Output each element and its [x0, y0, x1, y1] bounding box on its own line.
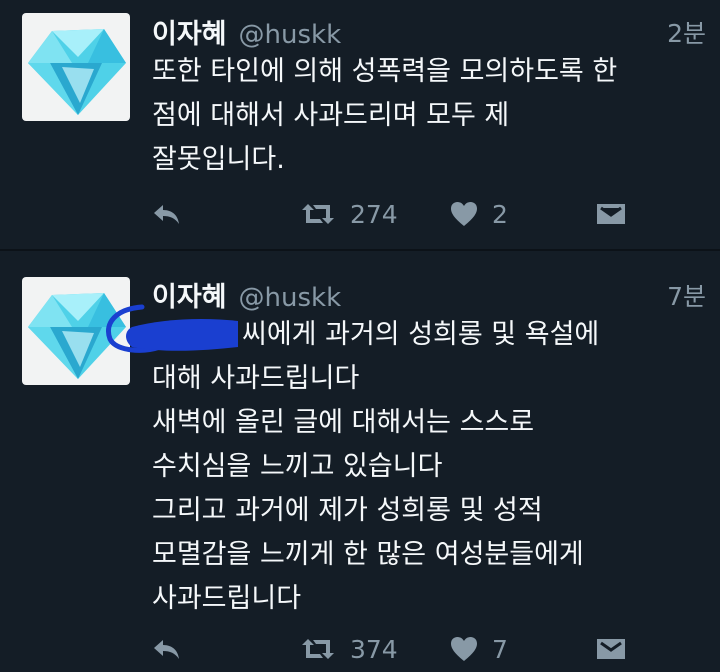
retweet-icon [302, 639, 334, 659]
reply-button[interactable] [152, 629, 182, 669]
heart-icon [451, 637, 477, 661]
like-count: 2 [492, 199, 508, 229]
retweet-icon [302, 204, 334, 224]
tweet-text-line: 대해 사과드립니다 [152, 363, 360, 394]
tweet-text-line: 수치심을 느끼고 있습니다 [152, 451, 443, 482]
like-count: 7 [492, 634, 508, 664]
user-handle[interactable]: @huskk [239, 20, 342, 50]
tweet-text-line: 잘못입니다. [152, 144, 285, 175]
diamond-avatar-icon [28, 293, 126, 379]
tweet-text-line: 씨에게 과거의 성희롱 및 욕설에 [152, 313, 712, 357]
direct-message-icon [597, 204, 625, 224]
direct-message-button[interactable] [596, 629, 626, 669]
diamond-avatar-icon [28, 29, 126, 115]
reply-icon [154, 640, 179, 659]
heart-icon [451, 202, 477, 226]
tweet-text-line: 새벽에 올린 글에 대해서는 스스로 [152, 407, 535, 438]
avatar[interactable] [22, 277, 130, 385]
tweet-actions: 374 7 [152, 629, 632, 669]
like-button[interactable]: 7 [450, 629, 508, 669]
like-button[interactable]: 2 [450, 194, 508, 234]
tweet-text: 씨에게 과거의 성희롱 및 욕설에 대해 사과드립니다 새벽에 올린 글에 대해… [152, 313, 712, 621]
tweet-actions: 274 2 [152, 194, 632, 234]
avatar[interactable] [22, 13, 130, 121]
retweet-button[interactable]: 274 [300, 194, 398, 234]
display-name[interactable]: 이자혜 [152, 275, 227, 314]
timestamp[interactable]: 2분 [667, 14, 706, 50]
tweet-2[interactable]: 이자혜 @huskk 7분 씨에게 과거의 성희롱 및 욕설에 대해 사과드립니… [0, 251, 720, 672]
retweet-count: 374 [350, 634, 398, 664]
tweet-text: 또한 타인에 의해 성폭력을 모의하도록 한 점에 대해서 사과드리며 모두 제… [152, 50, 712, 182]
direct-message-button[interactable] [596, 194, 626, 234]
tweet-1[interactable]: 이자혜 @huskk 2분 또한 타인에 의해 성폭력을 모의하도록 한 점에 … [0, 0, 720, 249]
user-handle[interactable]: @huskk [239, 283, 342, 313]
reply-icon [154, 205, 179, 224]
direct-message-icon [597, 639, 625, 659]
timestamp[interactable]: 7분 [667, 277, 706, 313]
tweet-text-line: 사과드립니다 [152, 583, 302, 614]
tweet-text-line: 그리고 과거에 제가 성희롱 및 성적 [152, 495, 543, 526]
retweet-count: 274 [350, 199, 398, 229]
tweet-text-line: 또한 타인에 의해 성폭력을 모의하도록 한 [152, 56, 618, 87]
retweet-button[interactable]: 374 [300, 629, 398, 669]
tweet-text-line: 모멸감을 느끼게 한 많은 여성분들에게 [152, 539, 584, 570]
reply-button[interactable] [152, 194, 182, 234]
display-name[interactable]: 이자혜 [152, 12, 227, 51]
tweet-text-line: 점에 대해서 사과드리며 모두 제 [152, 100, 510, 131]
tweet-text-fragment: 씨에게 과거의 성희롱 및 욕설에 [242, 319, 600, 350]
